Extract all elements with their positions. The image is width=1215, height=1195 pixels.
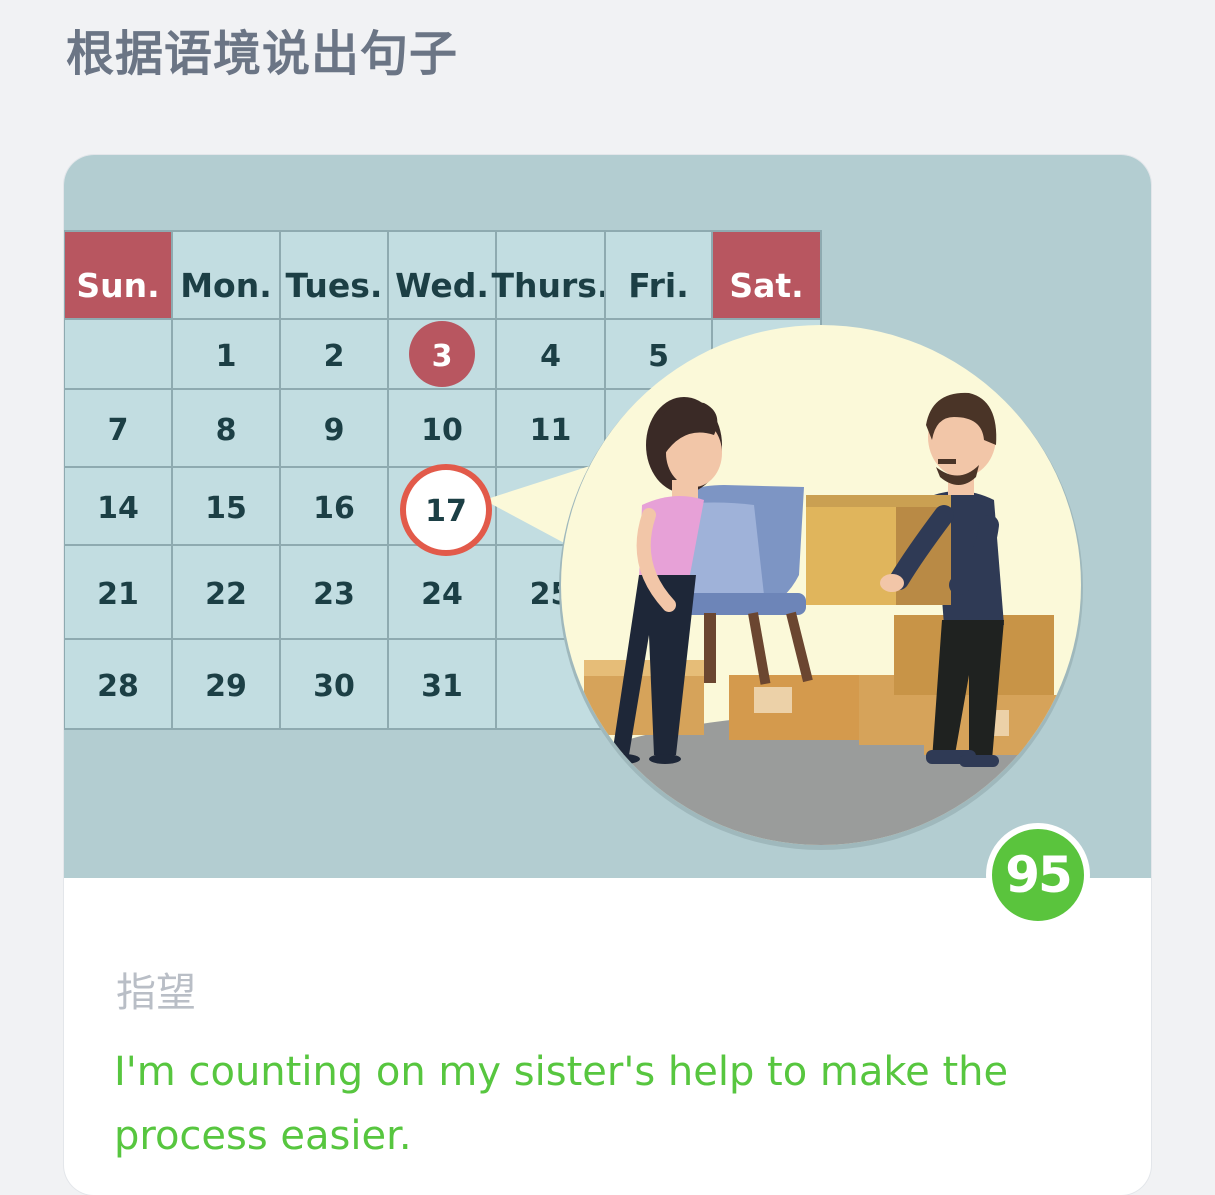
calendar-day-number: 3 [432, 339, 453, 374]
calendar-day-number: 23 [313, 577, 355, 612]
calendar-day-number: 22 [205, 577, 247, 612]
calendar-day-number: 5 [648, 339, 669, 374]
example-sentence[interactable]: I'm counting on my sister's help to make… [114, 1040, 1074, 1168]
calendar-day-number: 9 [324, 413, 345, 448]
keyword-label: 指望 [116, 970, 196, 1016]
calendar-day-number: 24 [421, 577, 463, 612]
calendar-day-number: 2 [324, 339, 345, 374]
calendar-day-number: 4 [540, 339, 561, 374]
sentence-card[interactable]: Sun. Mon. Tues. Wed. Thurs. Fri. Sat. 1 2 3 4 5 7 8 9 1… [64, 155, 1151, 1195]
weekday-label: Tues. [286, 266, 383, 305]
context-illustration: Sun. Mon. Tues. Wed. Thurs. Fri. Sat. 1 2 3 4 5 7 8 9 1… [64, 155, 1151, 878]
calendar-day-number: 30 [313, 669, 355, 704]
calendar-day-number: 15 [205, 491, 247, 526]
weekday-label: Mon. [180, 266, 272, 305]
calendar-day-number: 10 [421, 413, 463, 448]
calendar-day-number: 14 [97, 491, 139, 526]
weekday-label: Fri. [628, 266, 689, 305]
calendar-day-number: 7 [108, 413, 129, 448]
circled-date-label: 17 [425, 494, 467, 529]
calendar-day-number: 29 [205, 669, 247, 704]
calendar-day-number: 1 [216, 339, 237, 374]
weekday-label: Wed. [395, 266, 489, 305]
weekday-label: Sat. [729, 266, 803, 305]
weekday-label: Thurs. [492, 266, 610, 305]
calendar-day-number: 11 [530, 413, 572, 448]
calendar-day-number: 8 [216, 413, 237, 448]
calendar-day-number: 31 [421, 669, 463, 704]
calendar-day-number: 28 [97, 669, 139, 704]
weekday-label: Sun. [76, 266, 159, 305]
page-title: 根据语境说出句子 [66, 26, 459, 82]
score-badge: 95 [986, 823, 1090, 927]
calendar-day-number: 16 [313, 491, 355, 526]
calendar-day-number: 21 [97, 577, 139, 612]
calendar-day-cell [64, 318, 173, 390]
